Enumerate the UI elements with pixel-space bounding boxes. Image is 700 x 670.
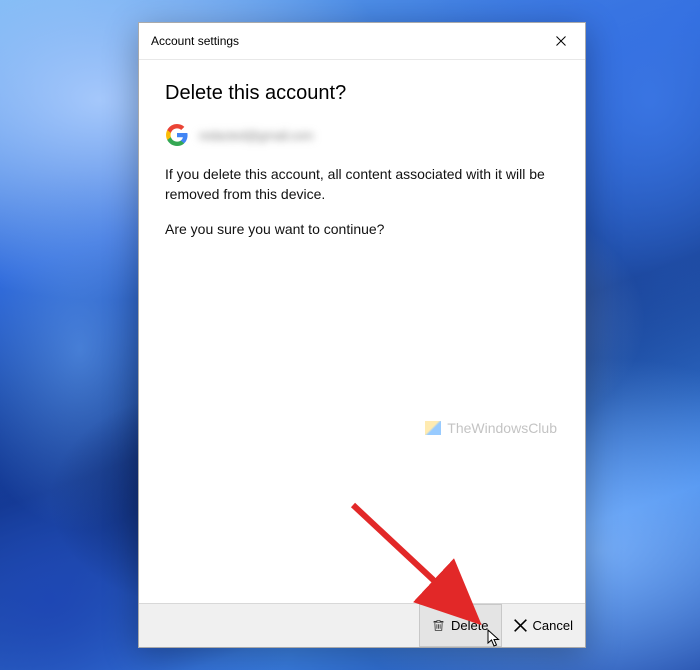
close-icon bbox=[556, 36, 566, 46]
delete-label: Delete bbox=[451, 618, 489, 633]
account-row: redacted@gmail.com bbox=[165, 123, 559, 147]
cancel-label: Cancel bbox=[533, 618, 573, 633]
dialog-title: Account settings bbox=[151, 34, 543, 48]
account-settings-dialog: Account settings Delete this account? re… bbox=[138, 22, 586, 648]
dialog-heading: Delete this account? bbox=[165, 82, 559, 105]
cancel-button[interactable]: Cancel bbox=[502, 604, 585, 647]
watermark-text: TheWindowsClub bbox=[447, 420, 557, 436]
dialog-titlebar: Account settings bbox=[139, 23, 585, 60]
dialog-footer: Delete Cancel bbox=[139, 603, 585, 647]
cancel-icon bbox=[514, 619, 527, 632]
dialog-content: Delete this account? redacted@gmail.com … bbox=[139, 60, 585, 603]
warning-text: If you delete this account, all content … bbox=[165, 165, 559, 204]
account-email: redacted@gmail.com bbox=[199, 128, 313, 143]
trash-icon bbox=[432, 619, 445, 632]
close-button[interactable] bbox=[543, 29, 579, 53]
google-icon bbox=[165, 123, 189, 147]
watermark-icon bbox=[425, 421, 441, 435]
delete-button[interactable]: Delete bbox=[419, 604, 502, 647]
confirm-text: Are you sure you want to continue? bbox=[165, 220, 559, 240]
watermark: TheWindowsClub bbox=[425, 420, 557, 436]
